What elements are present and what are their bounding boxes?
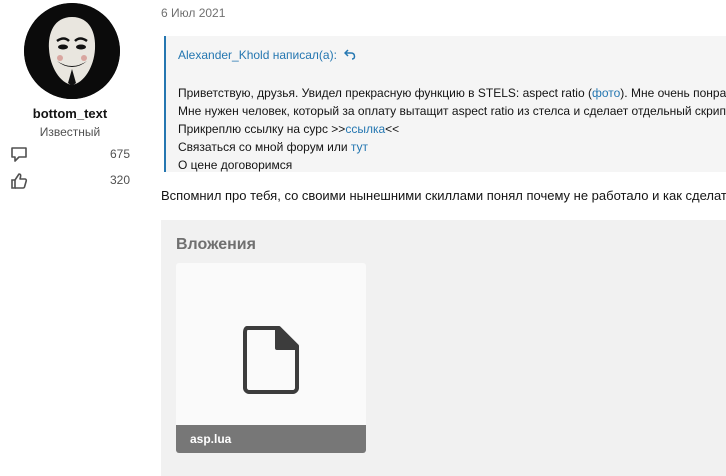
quote-header[interactable]: Alexander_Khold написал(а): — [178, 48, 356, 62]
contact-link[interactable]: тут — [351, 140, 368, 154]
post-body: Вспомнил про тебя, со своими нынешними с… — [161, 188, 726, 203]
attachment-card[interactable]: asp.lua — [176, 263, 366, 453]
author-panel: bottom_text Известный 675 320 — [0, 0, 140, 476]
user-title: Известный — [39, 125, 101, 139]
reactions-count: 320 — [109, 173, 130, 187]
quote-block: Alexander_Khold написал(а): Приветствую,… — [164, 36, 726, 172]
attachments-section: Вложения asp.lua — [161, 220, 726, 476]
source-link[interactable]: ссылка — [345, 122, 385, 136]
quote-text: Связаться со мной форум или — [178, 140, 351, 154]
messages-count: 675 — [109, 147, 130, 161]
quote-line: О цене договоримся — [178, 158, 292, 172]
messages-icon — [11, 147, 27, 162]
photo-link[interactable]: фото — [592, 86, 620, 100]
quote-line: Приветствую, друзья. Увидел прекрасную ф… — [178, 86, 726, 100]
thumbs-up-icon — [11, 173, 28, 189]
post-date[interactable]: 6 Июл 2021 — [161, 6, 225, 20]
reactions-stat: 320 — [10, 172, 132, 190]
quote-text: Мне нужен человек, который за оплату выт… — [178, 104, 726, 118]
attachment-filename[interactable]: asp.lua — [176, 425, 366, 453]
quote-text: Приветствую, друзья. Увидел прекрасную ф… — [178, 86, 592, 100]
file-icon — [243, 326, 299, 394]
quote-text: ). Мне очень понрави — [620, 86, 726, 100]
username[interactable]: bottom_text — [0, 106, 140, 121]
quote-line: Мне нужен человек, который за оплату выт… — [178, 104, 726, 118]
quote-text: << — [385, 122, 400, 136]
quote-text: О цене договоримся — [178, 158, 293, 172]
attachments-heading: Вложения — [176, 236, 256, 253]
quote-text: Прикреплю ссылку на сурс >> — [178, 122, 346, 136]
guy-fawkes-mask-icon — [24, 3, 120, 99]
quote-line: Связаться со мной форум или тут — [178, 140, 368, 154]
quote-author[interactable]: Alexander_Khold написал(а): — [178, 48, 337, 62]
quote-line: Прикреплю ссылку на сурс >>ссылка<< — [178, 122, 399, 136]
jump-to-quote-icon[interactable] — [341, 48, 356, 62]
avatar[interactable] — [24, 3, 120, 99]
messages-stat: 675 — [10, 146, 132, 164]
